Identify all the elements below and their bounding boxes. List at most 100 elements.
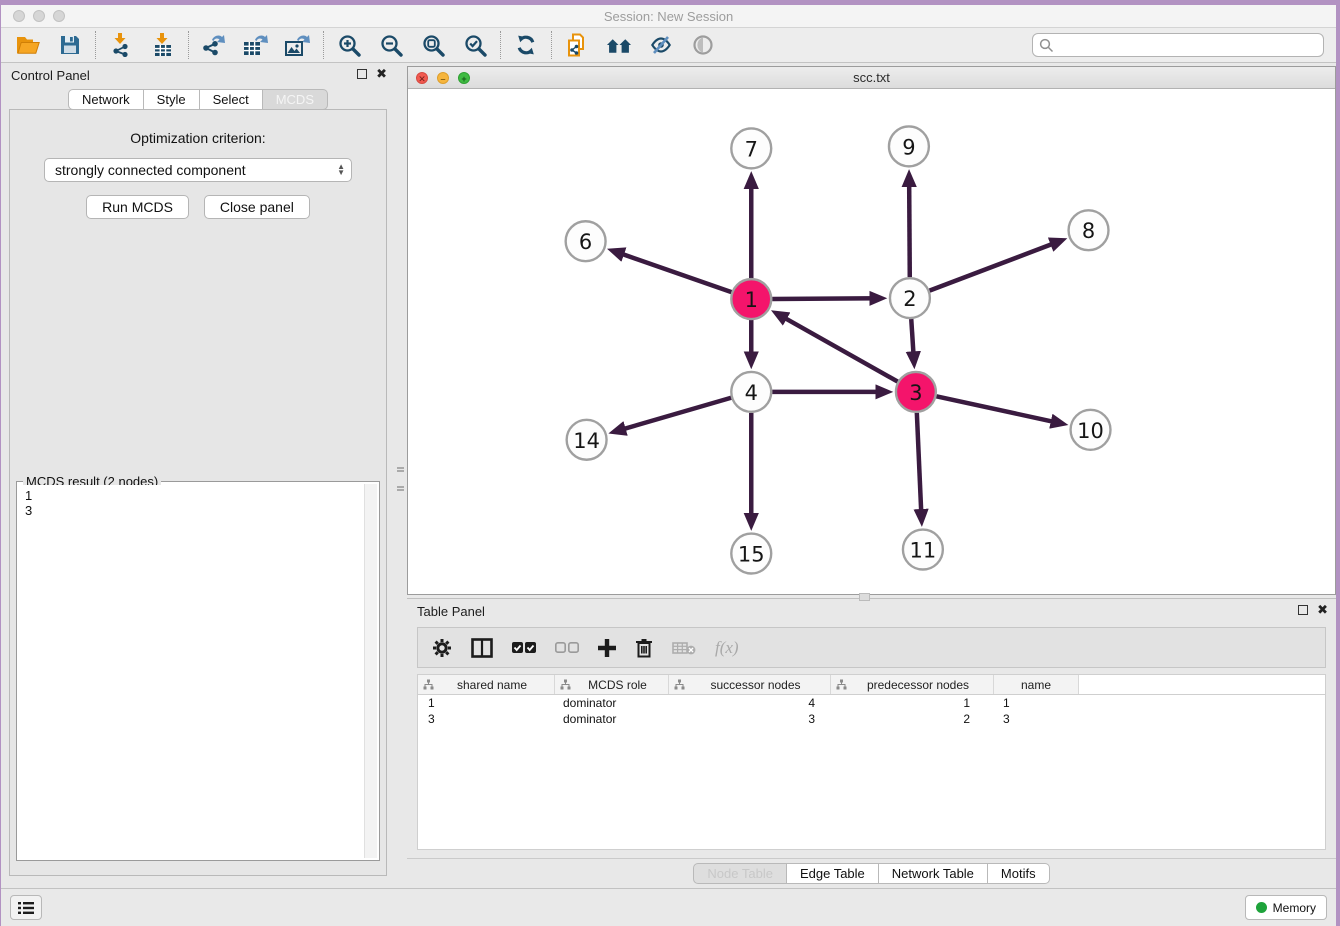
graph-node-9[interactable]: 9	[889, 126, 929, 166]
window-title: Session: New Session	[1, 5, 1336, 28]
optimization-select[interactable]: strongly connected component ▲▼	[44, 158, 352, 182]
tab-edge-table[interactable]: Edge Table	[787, 863, 879, 884]
task-list-icon	[17, 901, 35, 915]
cell-name[interactable]: 3	[994, 712, 1079, 726]
table-row[interactable]: 1dominator411	[418, 695, 1325, 711]
show-columns-icon[interactable]	[471, 638, 493, 658]
deselect-all-rows-icon[interactable]	[555, 642, 579, 654]
network-canvas[interactable]: 7 9 6 8 1 2 4 3 14 10 15 11	[408, 89, 1335, 594]
column-header-successor-nodes[interactable]: successor nodes	[669, 675, 831, 694]
export-table-icon[interactable]	[243, 32, 269, 58]
export-image-icon[interactable]	[285, 32, 311, 58]
graph-node-3[interactable]: 3	[896, 372, 936, 412]
edge-3-11[interactable]	[917, 413, 922, 521]
graph-node-15[interactable]: 15	[731, 534, 771, 574]
float-table-panel-icon[interactable]	[1298, 605, 1308, 615]
graph-node-4[interactable]: 4	[731, 372, 771, 412]
result-scrollbar[interactable]	[364, 484, 377, 858]
tab-style[interactable]: Style	[144, 89, 200, 110]
zoom-fit-icon[interactable]	[420, 32, 446, 58]
network-minimize-button[interactable]: –	[437, 72, 449, 84]
network-close-button[interactable]: ✕	[416, 72, 428, 84]
zoom-selected-icon[interactable]	[462, 32, 488, 58]
run-mcds-button[interactable]: Run MCDS	[86, 195, 189, 219]
zoom-window-button[interactable]	[53, 10, 65, 22]
open-session-icon[interactable]	[15, 32, 41, 58]
graph-node-6[interactable]: 6	[566, 221, 606, 261]
close-window-button[interactable]	[13, 10, 25, 22]
select-all-rows-icon[interactable]	[512, 642, 536, 654]
panel-splitter[interactable]	[395, 63, 407, 888]
close-panel-icon[interactable]: ✖	[376, 69, 387, 79]
close-panel-button[interactable]: Close panel	[204, 195, 310, 219]
column-header-predecessor-nodes[interactable]: predecessor nodes	[831, 675, 994, 694]
optimization-label: Optimization criterion:	[10, 130, 386, 146]
memory-button[interactable]: Memory	[1245, 895, 1327, 920]
zoom-in-icon[interactable]	[336, 32, 362, 58]
table-tabs: Node TableEdge TableNetwork TableMotifs	[407, 858, 1336, 888]
cell-shared-name[interactable]: 3	[418, 712, 555, 726]
cell-shared-name[interactable]: 1	[418, 696, 555, 710]
tab-network-table[interactable]: Network Table	[879, 863, 988, 884]
edge-2-8[interactable]	[930, 241, 1062, 291]
graph-node-14[interactable]: 14	[567, 420, 607, 460]
apply-layout-icon[interactable]	[513, 32, 539, 58]
cell-MCDS-role[interactable]: dominator	[555, 696, 669, 710]
cell-successor-nodes[interactable]: 4	[669, 696, 831, 710]
network-maximize-button[interactable]: +	[458, 72, 470, 84]
cell-predecessor-nodes[interactable]: 2	[831, 712, 994, 726]
network-overview-icon[interactable]	[606, 32, 632, 58]
show-hide-eye-icon[interactable]	[690, 32, 716, 58]
graph-node-8[interactable]: 8	[1069, 210, 1109, 250]
edge-1-2[interactable]	[772, 298, 881, 299]
clone-network-icon[interactable]	[564, 32, 590, 58]
save-session-icon[interactable]	[57, 32, 83, 58]
column-header-shared-name[interactable]: shared name	[418, 675, 555, 694]
search-field[interactable]	[1032, 33, 1324, 57]
zoom-out-icon[interactable]	[378, 32, 404, 58]
search-input[interactable]	[1054, 38, 1317, 53]
network-graph[interactable]: 7 9 6 8 1 2 4 3 14 10 15 11	[408, 89, 1335, 594]
table-splitter[interactable]	[407, 595, 1336, 598]
graph-node-2[interactable]: 2	[890, 278, 930, 318]
delete-table-icon[interactable]	[672, 640, 696, 656]
export-network-icon[interactable]	[201, 32, 227, 58]
graph-node-10[interactable]: 10	[1071, 410, 1111, 450]
delete-columns-icon[interactable]	[635, 638, 653, 658]
edge-2-3[interactable]	[911, 319, 914, 363]
tab-network[interactable]: Network	[68, 89, 144, 110]
node-table[interactable]: shared nameMCDS rolesuccessor nodesprede…	[417, 674, 1326, 850]
tab-mcds[interactable]: MCDS	[263, 89, 328, 110]
close-table-panel-icon[interactable]: ✖	[1317, 605, 1328, 615]
edge-1-6[interactable]	[613, 251, 732, 292]
float-panel-icon[interactable]	[357, 69, 367, 79]
cell-predecessor-nodes[interactable]: 1	[831, 696, 994, 710]
import-network-icon[interactable]	[108, 32, 134, 58]
cell-name[interactable]: 1	[994, 696, 1079, 710]
network-view-window: ✕ – + scc.txt 7968124314101511	[407, 66, 1336, 595]
graph-node-1[interactable]: 1	[731, 279, 771, 319]
table-settings-icon[interactable]	[432, 638, 452, 658]
column-header-MCDS-role[interactable]: MCDS role	[555, 675, 669, 694]
import-table-icon[interactable]	[150, 32, 176, 58]
graph-node-7[interactable]: 7	[731, 128, 771, 168]
edge-3-1[interactable]	[776, 313, 897, 381]
tab-node-table[interactable]: Node Table	[693, 863, 787, 884]
cell-successor-nodes[interactable]: 3	[669, 712, 831, 726]
apply-function-icon[interactable]: f(x)	[715, 638, 739, 658]
edge-4-14[interactable]	[614, 398, 731, 432]
table-row[interactable]: 3dominator323	[418, 711, 1325, 727]
edge-2-9[interactable]	[909, 175, 910, 277]
task-history-button[interactable]	[10, 895, 42, 920]
add-column-icon[interactable]	[598, 639, 616, 657]
memory-label: Memory	[1273, 901, 1316, 915]
tab-motifs[interactable]: Motifs	[988, 863, 1050, 884]
minimize-window-button[interactable]	[33, 10, 45, 22]
column-header-name[interactable]: name	[994, 675, 1079, 694]
graph-node-11[interactable]: 11	[903, 530, 943, 570]
mcds-result-text[interactable]: 1 3	[19, 485, 363, 858]
toggle-graphics-details-icon[interactable]	[648, 32, 674, 58]
tab-select[interactable]: Select	[200, 89, 263, 110]
cell-MCDS-role[interactable]: dominator	[555, 712, 669, 726]
edge-3-10[interactable]	[936, 396, 1062, 423]
